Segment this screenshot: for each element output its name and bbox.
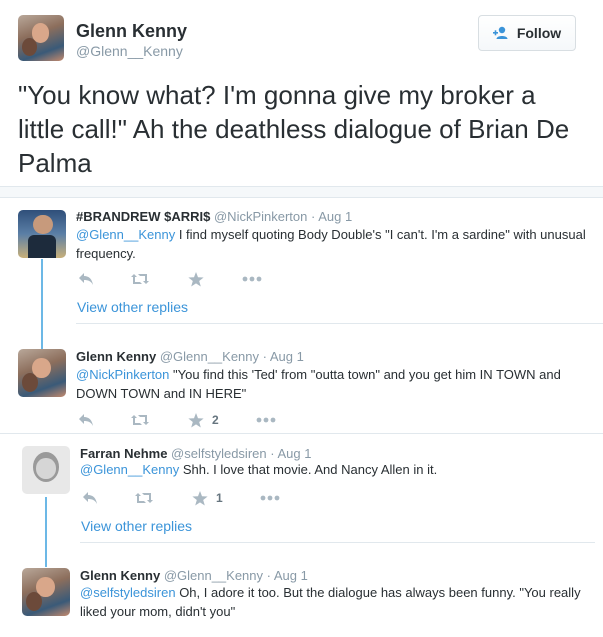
reply-author-name[interactable]: #BRANDREW $ARRI$ xyxy=(76,209,210,224)
replies-divider xyxy=(0,186,603,198)
reply-author-name[interactable]: Glenn Kenny xyxy=(76,349,156,364)
reply-timestamp[interactable]: · Aug 1 xyxy=(263,349,304,364)
thread-connector xyxy=(41,259,43,349)
view-other-replies-link[interactable]: View other replies xyxy=(81,518,192,534)
favorite-count: 1 xyxy=(216,491,223,505)
favorite-count: 2 xyxy=(212,413,219,427)
follow-button-label: Follow xyxy=(516,25,562,41)
favorite-icon[interactable]: 1 xyxy=(192,490,223,506)
more-icon[interactable] xyxy=(242,271,262,287)
reply-timestamp[interactable]: · Aug 1 xyxy=(311,209,352,224)
reply-tweet: Glenn Kenny @Glenn__Kenny · Aug 1 @selfs… xyxy=(0,564,603,637)
tweet-header: Glenn Kenny @Glenn__Kenny Follow xyxy=(0,0,603,70)
reply-author-handle[interactable]: @selfstyledsiren xyxy=(171,446,267,461)
reply-author-handle[interactable]: @Glenn__Kenny xyxy=(164,568,263,583)
reply-mention[interactable]: @Glenn__Kenny xyxy=(80,462,179,477)
reply-separator xyxy=(76,323,603,324)
reply-tweet: Glenn Kenny @Glenn__Kenny · Aug 1 @NickP… xyxy=(0,345,603,435)
reply-separator xyxy=(0,433,603,434)
reply-tweet: Farran Nehme @selfstyledsiren · Aug 1 @G… xyxy=(0,442,603,542)
author-name[interactable]: Glenn Kenny xyxy=(76,21,187,42)
reply-avatar[interactable] xyxy=(22,568,70,616)
reply-avatar[interactable] xyxy=(18,210,66,258)
retweet-icon[interactable] xyxy=(130,412,150,428)
favorite-icon[interactable] xyxy=(188,271,204,287)
reply-author-handle[interactable]: @NickPinkerton xyxy=(214,209,307,224)
favorite-icon[interactable]: 2 xyxy=(188,412,219,428)
reply-author-name[interactable]: Farran Nehme xyxy=(80,446,167,461)
reply-timestamp[interactable]: · Aug 1 xyxy=(267,568,308,583)
more-icon[interactable] xyxy=(260,490,280,506)
author-handle[interactable]: @Glenn__Kenny xyxy=(76,43,183,59)
reply-author-name[interactable]: Glenn Kenny xyxy=(80,568,160,583)
reply-avatar[interactable] xyxy=(22,446,70,494)
reply-separator xyxy=(80,542,595,543)
reply-timestamp[interactable]: · Aug 1 xyxy=(270,446,311,461)
author-avatar[interactable] xyxy=(18,15,64,61)
thread-connector xyxy=(45,497,47,567)
reply-mention[interactable]: @selfstyledsiren xyxy=(80,585,176,600)
reply-icon[interactable] xyxy=(78,271,94,287)
reply-author-handle[interactable]: @Glenn__Kenny xyxy=(160,349,259,364)
reply-mention[interactable]: @NickPinkerton xyxy=(76,367,169,382)
reply-avatar[interactable] xyxy=(18,349,66,397)
follow-button[interactable]: Follow xyxy=(478,15,576,51)
retweet-icon[interactable] xyxy=(130,271,150,287)
reply-icon[interactable] xyxy=(78,412,94,428)
reply-icon[interactable] xyxy=(82,490,98,506)
reply-tweet: #BRANDREW $ARRI$ @NickPinkerton · Aug 1 … xyxy=(0,205,603,323)
more-icon[interactable] xyxy=(256,412,276,428)
view-other-replies-link[interactable]: View other replies xyxy=(77,299,188,315)
retweet-icon[interactable] xyxy=(134,490,154,506)
reply-mention[interactable]: @Glenn__Kenny xyxy=(76,227,175,242)
reply-text: Shh. I love that movie. And Nancy Allen … xyxy=(179,462,438,477)
add-user-icon xyxy=(492,26,508,39)
tweet-text: "You know what? I'm gonna give my broker… xyxy=(18,80,570,178)
